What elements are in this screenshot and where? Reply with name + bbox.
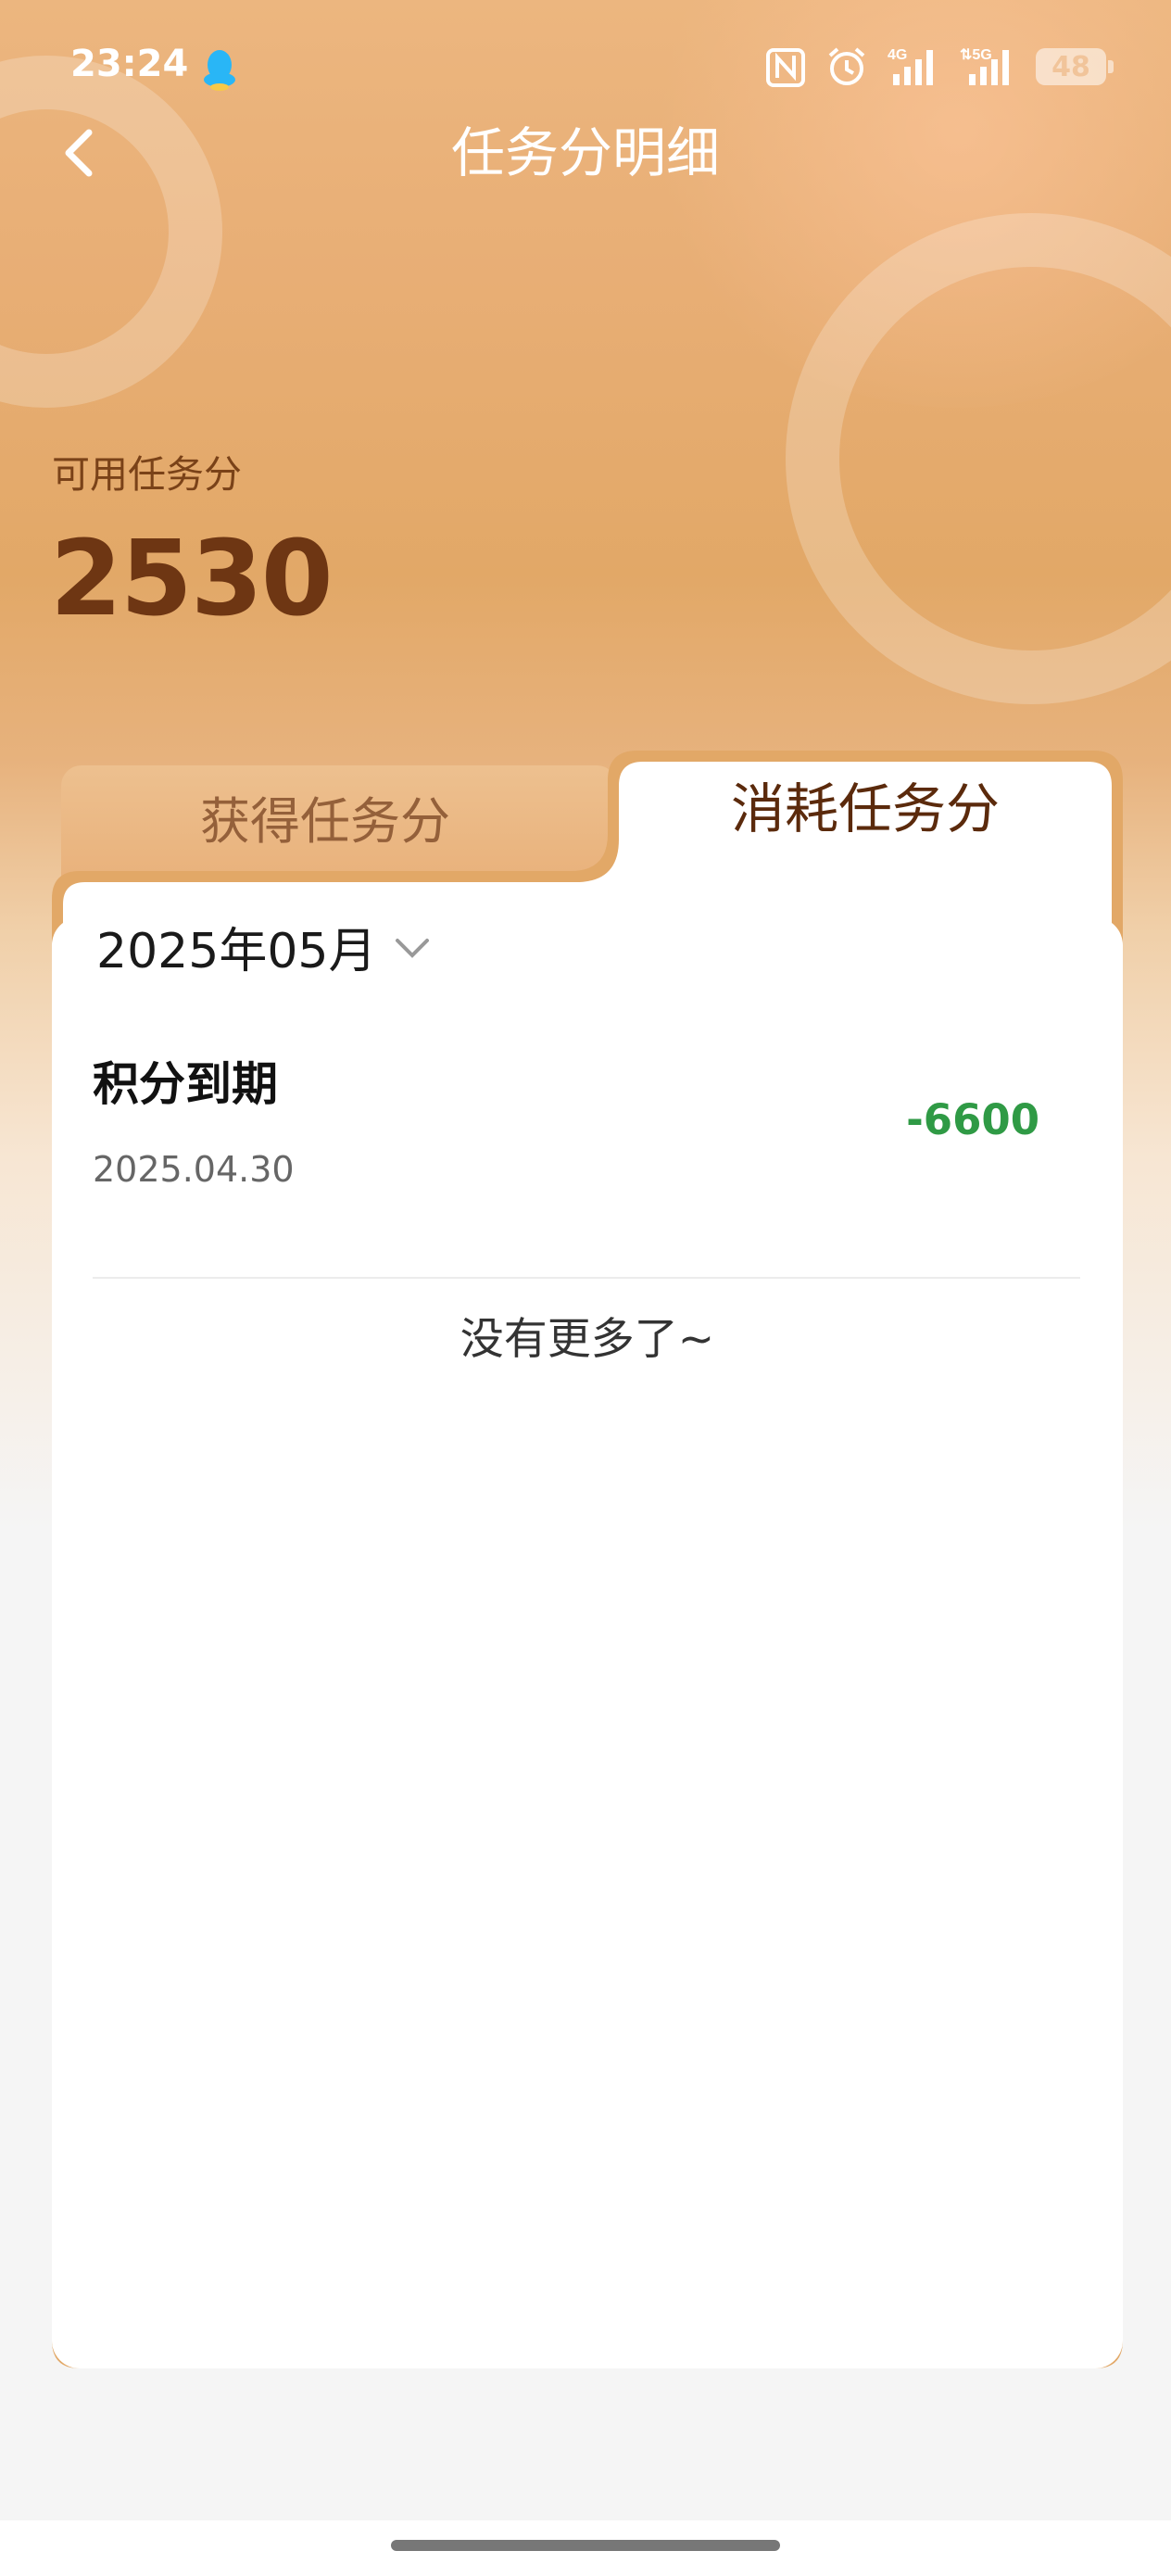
card-frame: [52, 751, 1123, 2368]
battery-icon: 48: [1036, 48, 1114, 85]
status-bar: 23:24 4G ⇅5G 48: [0, 37, 1171, 102]
back-button[interactable]: [46, 116, 120, 190]
svg-text:4G: 4G: [888, 47, 907, 63]
signal-4g-icon: 4G: [888, 47, 933, 85]
nfc-icon: [766, 48, 805, 87]
page-title: 任务分明细: [450, 121, 720, 184]
balance-value: 2530: [50, 519, 334, 639]
record-amount: -6600: [906, 1095, 1039, 1144]
records-card: 消耗任务分 2025年05月 积分到期 2025.04.30 -6600 没有更…: [52, 751, 1123, 2368]
battery-level: 48: [1051, 50, 1090, 83]
svg-text:⇅5G: ⇅5G: [960, 47, 992, 63]
balance-label: 可用任务分: [52, 452, 242, 497]
list-item: 积分到期 2025.04.30 -6600: [93, 1047, 1080, 1279]
home-indicator[interactable]: [391, 2540, 780, 2551]
end-of-list-text: 没有更多了~: [460, 1314, 715, 1365]
chevron-down-icon: [395, 938, 429, 958]
record-date: 2025.04.30: [93, 1149, 295, 1190]
tab-consumed[interactable]: 消耗任务分: [608, 751, 1123, 862]
page: 23:24 4G ⇅5G 48 任务分明细 可用任务分 2530 获得任务分 消…: [0, 0, 1171, 2576]
month-filter[interactable]: 2025年05月: [96, 912, 431, 981]
record-title: 积分到期: [93, 1057, 278, 1111]
month-filter-label: 2025年05月: [96, 924, 377, 979]
qq-icon: [204, 50, 235, 91]
status-time: 23:24: [70, 43, 189, 85]
alarm-icon: [828, 47, 865, 85]
signal-5g-icon: ⇅5G: [960, 47, 1009, 85]
decorative-ring: [0, 56, 222, 408]
tab-consumed-label: 消耗任务分: [730, 777, 1000, 840]
status-icons: 4G ⇅5G 48: [765, 44, 1114, 89]
